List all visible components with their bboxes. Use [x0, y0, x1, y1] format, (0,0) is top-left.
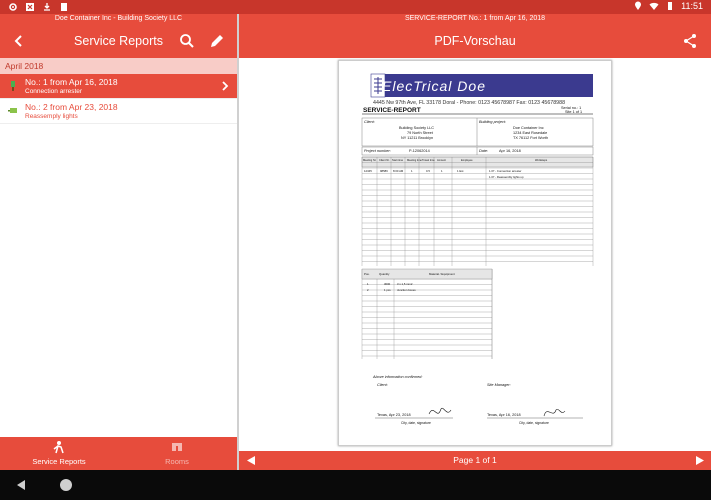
table2-cell: 2	[367, 288, 369, 292]
right-subtitle: SERVICE-REPORT No.: 1 from Apr 16, 2018	[404, 15, 546, 22]
project-line: TX 76112 Fort Worth	[513, 136, 549, 140]
pager-bar: Page 1 of 1	[239, 451, 711, 470]
location-icon	[635, 1, 642, 11]
right-title: PDF-Vorschau	[434, 34, 516, 48]
table1-cell: 1.07 - Connection arrester	[489, 169, 522, 173]
project-number: P-12062014	[409, 149, 430, 153]
company-address: 4445 Nw 97th Ave, FL 33178 Doral - Phone…	[373, 100, 566, 106]
download-icon	[44, 3, 50, 11]
clipboard-icon	[61, 3, 67, 11]
chevron-right-icon	[222, 81, 229, 91]
plug-icon	[8, 108, 17, 113]
table1-header: Worksteps	[535, 159, 548, 162]
table1-header: Travel time	[422, 159, 435, 162]
report-date: Apr 16, 2018	[499, 149, 521, 153]
signature-manager-label: Site Manager:	[487, 383, 511, 387]
table1-header: Start time	[392, 159, 404, 162]
logo-text: ElecTrical Doe	[382, 78, 486, 94]
table1-header: Meeting time	[407, 159, 422, 162]
close-icon	[26, 3, 34, 11]
table1-cell: 1	[441, 169, 443, 173]
table1-cell: 8:00 AM	[393, 169, 404, 173]
signature-manager	[543, 409, 566, 417]
table2-cell: Junction boxes	[397, 288, 416, 292]
table1-header: Amount	[437, 159, 446, 162]
status-bar: 11:51	[0, 0, 711, 14]
table1-header: Meeting Nr.	[363, 159, 377, 162]
table2-grid	[361, 269, 493, 359]
edit-pencil-icon[interactable]	[208, 32, 226, 50]
table2-cell: 3000	[384, 282, 391, 286]
table2-header: Quantity	[379, 272, 390, 276]
report-subtitle: Connection arrester	[25, 88, 83, 95]
report-title: No.: 2 from Apr 23, 2018	[25, 102, 118, 112]
table2-cell: 1	[367, 282, 369, 286]
signature-caption: City, date, signature	[401, 421, 431, 425]
pdf-preview-pane: SERVICE-REPORT No.: 1 from Apr 16, 2018 …	[239, 14, 711, 470]
nav-service-reports[interactable]: Service Reports	[0, 437, 118, 470]
table1-cell: 1 Est	[457, 169, 464, 173]
project-line: 1234 East Rosedale	[513, 131, 548, 135]
nav-label: Service Reports	[32, 457, 86, 466]
table1-grid	[361, 156, 594, 266]
table1-cell: 0.5	[426, 169, 430, 173]
table2-header: Material / Equipment	[429, 272, 455, 276]
nav-rooms[interactable]: Rooms	[118, 437, 236, 470]
client-label: Client:	[364, 120, 375, 124]
table1-header: Client Nr.	[379, 159, 390, 162]
signature-left-date: Texas, Apr 23, 2018	[377, 413, 411, 417]
left-subtitle: Doe Container Inc - Building Society LLC	[54, 15, 183, 22]
report-heading: SERVICE-REPORT	[363, 107, 421, 114]
date-label: Date:	[479, 149, 489, 153]
nav-label: Rooms	[165, 457, 189, 466]
report-title: No.: 1 from Apr 16, 2018	[25, 77, 118, 87]
pdf-page: ElecTrical Doe 4445 Nw 97th Ave, FL 3317…	[338, 60, 612, 446]
section-header-month: April 2018	[0, 58, 237, 74]
site-count: Site 1 of 1	[565, 110, 583, 114]
table2-cell: 3 x 1,5 mm2	[397, 282, 413, 286]
signature-right-date: Texas, Apr 16, 2018	[487, 413, 521, 417]
table1-header: Employee	[461, 159, 473, 162]
signature-caption: City, date, signature	[519, 421, 549, 425]
left-toolbar: Doe Container Inc - Building Society LLC…	[0, 14, 237, 58]
client-line: 79 North Street	[407, 131, 433, 135]
bottom-navigation: Service Reports Rooms	[0, 437, 237, 470]
table1-cell: 1.07 - Reassembly lights up	[489, 175, 524, 179]
table2-header: Pos.	[364, 272, 370, 276]
client-line: Building Society LLC	[399, 126, 435, 130]
rooms-icon	[172, 443, 182, 451]
report-list-pane: Doe Container Inc - Building Society LLC…	[0, 14, 237, 470]
report-subtitle: Reassemply lights	[25, 113, 78, 120]
right-toolbar: SERVICE-REPORT No.: 1 from Apr 16, 2018 …	[239, 14, 711, 58]
table1-cell: 12345	[364, 169, 372, 173]
signature-client-label: Client:	[377, 383, 388, 387]
status-time: 11:51	[681, 1, 703, 11]
project-label: Building project:	[479, 120, 507, 124]
battery-icon	[668, 2, 673, 10]
left-title: Service Reports	[74, 34, 163, 48]
project-line: Doe Container Inc	[513, 126, 544, 130]
confirmation-text: Above information confirmed:	[373, 375, 423, 379]
report-list-item[interactable]: No.: 2 from Apr 23, 2018 Reassemply ligh…	[0, 99, 237, 124]
next-page-arrow-icon[interactable]	[694, 455, 706, 466]
wifi-icon	[649, 2, 659, 10]
signature-client	[428, 407, 452, 415]
pdf-viewer[interactable]: ElecTrical Doe 4445 Nw 97th Ave, FL 3317…	[239, 58, 711, 451]
page-indicator: Page 1 of 1	[453, 455, 497, 465]
table2-cell: 1 pcs	[384, 288, 391, 292]
table1-cell: 1	[411, 169, 413, 173]
plug-icon	[11, 81, 15, 91]
client-line: NY 11211 Brooklyn	[401, 136, 434, 140]
system-navigation-bar	[0, 470, 711, 500]
search-icon[interactable]	[178, 32, 196, 50]
project-number-label: Project number:	[364, 149, 391, 153]
pdf-page-drawing	[361, 73, 594, 419]
report-list-item[interactable]: No.: 1 from Apr 16, 2018 Connection arre…	[0, 74, 237, 99]
gear-icon	[9, 3, 17, 11]
system-back-icon[interactable]	[14, 478, 28, 492]
worker-icon	[53, 441, 64, 454]
table1-cell: 98586	[380, 169, 388, 173]
system-home-icon[interactable]	[58, 477, 74, 493]
share-icon[interactable]	[681, 32, 699, 50]
